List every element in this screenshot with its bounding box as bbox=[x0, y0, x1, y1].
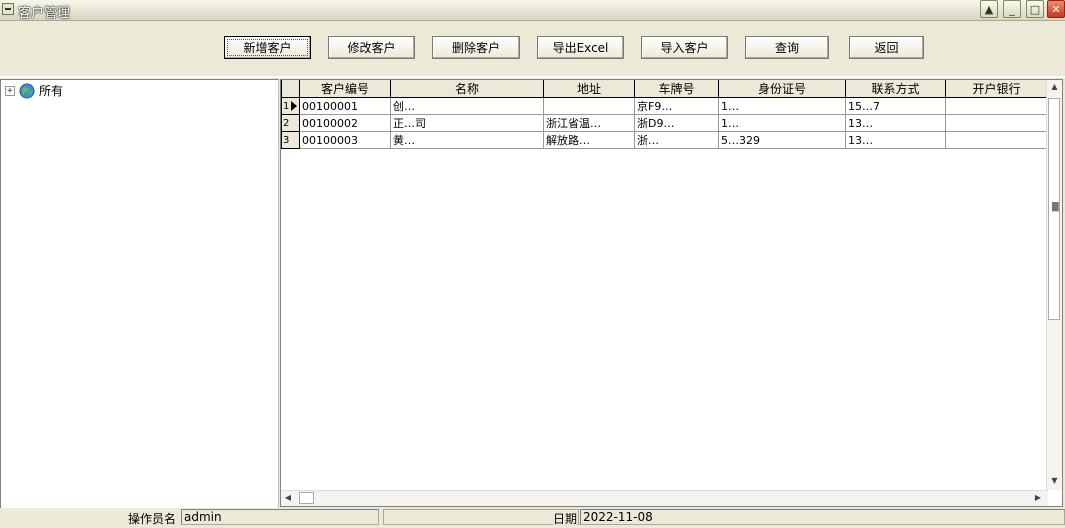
customer-table: 客户编号 名称 地址 车牌号 身份证号 联系方式 开户银行 1 00100001… bbox=[281, 80, 1048, 149]
import-customer-button[interactable]: 导入客户 bbox=[641, 36, 728, 59]
date-value: 2022-11-08 bbox=[580, 509, 1065, 525]
operator-value: admin bbox=[181, 509, 379, 525]
status-spacer bbox=[383, 509, 579, 525]
cell-idcard[interactable]: 1… bbox=[718, 97, 846, 115]
column-header-phone[interactable]: 联系方式 bbox=[845, 80, 946, 98]
scroll-up-arrow-icon[interactable]: ▲ bbox=[1047, 82, 1062, 91]
horizontal-scroll-thumb[interactable] bbox=[299, 492, 314, 504]
operator-label: 操作员名 bbox=[128, 512, 177, 526]
tree-expander-icon[interactable]: + bbox=[5, 85, 15, 96]
status-bar: 操作员名 admin 日期 2022-11-08 bbox=[0, 508, 1065, 528]
globe-icon bbox=[19, 83, 35, 98]
table-row[interactable]: 3 00100003 黄… 解放路… 浙… 5…329 13… bbox=[281, 131, 1048, 149]
table-row[interactable]: 1 00100001 创… 京F9… 1… 15…7 bbox=[281, 97, 1048, 115]
cell-name[interactable]: 黄… bbox=[390, 131, 544, 149]
tree-node-label[interactable]: 所有 bbox=[39, 82, 63, 99]
row-header[interactable]: 3 bbox=[281, 131, 300, 149]
horizontal-scrollbar[interactable]: ◀ ▶ bbox=[281, 490, 1048, 506]
minimize-button[interactable]: _ bbox=[1003, 0, 1021, 18]
vertical-scrollbar[interactable]: ▲ ▬ ▬ ▬ ▼ bbox=[1046, 80, 1062, 490]
cell-plate[interactable]: 浙… bbox=[634, 131, 719, 149]
maximize-button[interactable]: □ bbox=[1026, 0, 1044, 18]
cell-id[interactable]: 00100002 bbox=[299, 114, 391, 132]
cell-address[interactable]: 解放路… bbox=[543, 131, 635, 149]
title-bar: 客户管理 ▲ _ □ ✕ bbox=[0, 0, 1065, 21]
close-button[interactable]: ✕ bbox=[1047, 0, 1065, 18]
cell-id[interactable]: 00100003 bbox=[299, 131, 391, 149]
cell-id[interactable]: 00100001 bbox=[299, 97, 391, 115]
column-header-id[interactable]: 客户编号 bbox=[299, 80, 391, 98]
scroll-right-arrow-icon[interactable]: ▶ bbox=[1033, 493, 1043, 502]
edit-customer-button[interactable]: 修改客户 bbox=[328, 36, 415, 59]
row-header-corner bbox=[281, 80, 300, 98]
cell-bank[interactable] bbox=[945, 131, 1048, 149]
column-header-plate[interactable]: 车牌号 bbox=[634, 80, 719, 98]
toolbar: 新增客户 修改客户 删除客户 导出Excel 导入客户 查询 返回 bbox=[0, 21, 1065, 78]
table-header-row: 客户编号 名称 地址 车牌号 身份证号 联系方式 开户银行 bbox=[281, 80, 1048, 98]
cell-phone[interactable]: 13… bbox=[845, 131, 946, 149]
column-header-bank[interactable]: 开户银行 bbox=[945, 80, 1048, 98]
cell-bank[interactable] bbox=[945, 97, 1048, 115]
back-button[interactable]: 返回 bbox=[849, 36, 924, 59]
cell-plate[interactable]: 京F9… bbox=[634, 97, 719, 115]
cell-address[interactable]: 浙江省温… bbox=[543, 114, 635, 132]
cell-name[interactable]: 创… bbox=[390, 97, 544, 115]
tree-node-all[interactable]: + 所有 bbox=[5, 82, 63, 99]
customer-group-tree[interactable]: + 所有 bbox=[0, 79, 279, 509]
scroll-down-arrow-icon[interactable]: ▼ bbox=[1047, 476, 1062, 485]
cell-name[interactable]: 正…司 bbox=[390, 114, 544, 132]
export-excel-button[interactable]: 导出Excel bbox=[537, 36, 624, 59]
cell-idcard[interactable]: 5…329 bbox=[718, 131, 846, 149]
cell-address[interactable] bbox=[543, 97, 635, 115]
scroll-left-arrow-icon[interactable]: ◀ bbox=[283, 493, 293, 502]
row-header[interactable]: 2 bbox=[281, 114, 300, 132]
cell-phone[interactable]: 13… bbox=[845, 114, 946, 132]
column-header-idcard[interactable]: 身份证号 bbox=[718, 80, 846, 98]
date-label: 日期 bbox=[553, 510, 578, 527]
current-row-pointer-icon bbox=[291, 101, 297, 111]
add-customer-button[interactable]: 新增客户 bbox=[224, 36, 311, 59]
scroll-grip-icon: ▬ ▬ ▬ bbox=[1051, 199, 1060, 215]
window-title: 客户管理 bbox=[18, 6, 71, 21]
delete-customer-button[interactable]: 删除客户 bbox=[432, 36, 520, 59]
customer-grid[interactable]: 客户编号 名称 地址 车牌号 身份证号 联系方式 开户银行 1 00100001… bbox=[280, 79, 1063, 507]
row-header[interactable]: 1 bbox=[281, 97, 300, 115]
cell-plate[interactable]: 浙D9… bbox=[634, 114, 719, 132]
cell-idcard[interactable]: 1… bbox=[718, 114, 846, 132]
vertical-scroll-thumb[interactable]: ▬ ▬ ▬ bbox=[1048, 98, 1060, 320]
column-header-address[interactable]: 地址 bbox=[543, 80, 635, 98]
system-menu-icon[interactable] bbox=[2, 3, 14, 15]
column-header-name[interactable]: 名称 bbox=[390, 80, 544, 98]
query-button[interactable]: 查询 bbox=[745, 36, 829, 59]
restore-arrow-button[interactable]: ▲ bbox=[980, 0, 998, 18]
cell-phone[interactable]: 15…7 bbox=[845, 97, 946, 115]
table-row[interactable]: 2 00100002 正…司 浙江省温… 浙D9… 1… 13… bbox=[281, 114, 1048, 132]
cell-bank[interactable] bbox=[945, 114, 1048, 132]
